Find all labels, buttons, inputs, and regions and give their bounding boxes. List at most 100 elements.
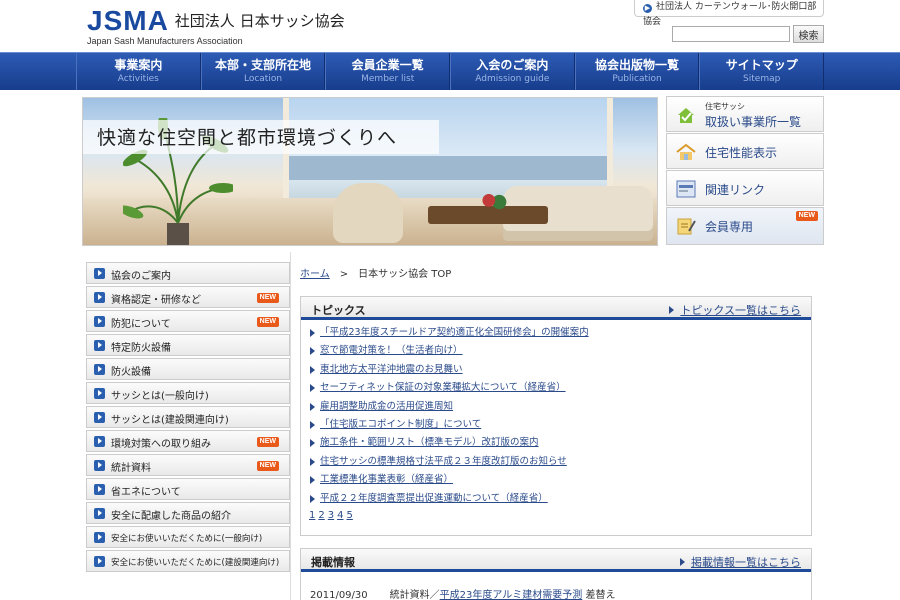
- nav-activities[interactable]: 事業案内 Activities: [76, 53, 201, 90]
- page-link-5[interactable]: 5: [347, 510, 353, 521]
- side-item-specific-fire-equipment[interactable]: 特定防火設備: [86, 334, 290, 356]
- search-input[interactable]: [672, 26, 790, 42]
- arrow-right-icon: [94, 556, 105, 567]
- nav-admission-guide[interactable]: 入会のご案内 Admission guide: [450, 53, 575, 90]
- nav-sublabel: Sitemap: [743, 74, 781, 84]
- window-icon: [676, 180, 696, 198]
- side-item-safe-use-general[interactable]: 安全にお使いいただくために(一般向け): [86, 526, 290, 548]
- list-item: 窓で節電対策を！（生活者向け）: [310, 342, 811, 360]
- page-link-2[interactable]: 2: [318, 510, 324, 521]
- nav-label: 会員企業一覧: [351, 58, 424, 72]
- house-icon: [676, 143, 696, 160]
- page-link-4[interactable]: 4: [337, 510, 343, 521]
- page-link-1[interactable]: 1: [309, 510, 315, 521]
- publish-row: 2011/09/30 統計資料／平成23年度アルミ建材需要予測 差替え: [301, 572, 811, 600]
- related-links-link[interactable]: 関連リンク: [666, 170, 824, 206]
- arrow-right-icon: [94, 388, 105, 399]
- topic-link[interactable]: 平成２２年度調査票提出促進運動について（経産省）: [320, 493, 548, 504]
- topic-link[interactable]: 「平成23年度スチールドア契約適正化全国研修会」の開催案内: [320, 327, 589, 338]
- topic-link[interactable]: 「住宅版エコポイント制度」について: [320, 419, 481, 430]
- arrow-right-icon: [94, 268, 105, 279]
- arrow-right-icon: [94, 436, 105, 447]
- dealers-label: 取扱い事業所一覧: [705, 115, 802, 129]
- topics-header: トピックス トピックス一覧はこちら: [301, 297, 811, 320]
- side-item-label: 環境対策への取り組み: [111, 439, 211, 450]
- side-item-label: 統計資料: [111, 463, 151, 474]
- breadcrumb-home-link[interactable]: ホーム: [300, 269, 330, 280]
- side-item-label: サッシとは(建設関連向け): [111, 415, 229, 426]
- publish-link[interactable]: 平成23年度アルミ建材需要予測: [440, 590, 583, 600]
- topic-link[interactable]: 窓で節電対策を！（生活者向け）: [320, 345, 463, 356]
- nav-sublabel: Location: [243, 74, 283, 84]
- arrow-right-icon: [94, 460, 105, 471]
- related-association-link[interactable]: ▶ 社団法人 カーテンウォール･防火開口部協会: [634, 0, 824, 27]
- arrow-right-icon: [94, 532, 105, 543]
- logo-english-name: Japan Sash Manufacturers Association: [87, 36, 243, 46]
- related-links-label: 関連リンク: [705, 183, 766, 197]
- publish-info-panel: 掲載情報 掲載情報一覧はこちら 2011/09/30 統計資料／平成23年度アルミ…: [300, 548, 812, 600]
- related-association-label: 社団法人 カーテンウォール･防火開口部協会: [643, 2, 817, 27]
- nav-publication[interactable]: 協会出版物一覧 Publication: [574, 53, 700, 90]
- breadcrumb: ホーム > 日本サッシ協会 TOP: [300, 265, 451, 280]
- nav-location[interactable]: 本部・支部所在地 Location: [200, 53, 326, 90]
- publish-more-link[interactable]: 掲載情報一覧はこちら: [680, 554, 801, 570]
- nav-label: 本部・支部所在地: [215, 58, 312, 72]
- list-item: 平成２２年度調査票提出促進運動について（経産省）: [310, 490, 811, 508]
- publish-suffix: 差替え: [582, 590, 616, 600]
- topic-link[interactable]: 工業標準化事業表彰（経産省）: [320, 474, 453, 485]
- list-item: 工業標準化事業表彰（経産省）: [310, 471, 811, 489]
- side-item-environment[interactable]: 環境対策への取り組み NEW: [86, 430, 290, 452]
- new-badge: NEW: [256, 293, 279, 303]
- topic-link[interactable]: 雇用調整助成金の活用促進周知: [320, 401, 453, 412]
- page-link-3[interactable]: 3: [328, 510, 334, 521]
- side-item-energy-saving[interactable]: 省エネについて: [86, 478, 290, 500]
- side-item-statistics[interactable]: 統計資料 NEW: [86, 454, 290, 476]
- side-item-certification[interactable]: 資格認定・研修など NEW: [86, 286, 290, 308]
- side-item-about[interactable]: 協会のご案内: [86, 262, 290, 284]
- nav-sublabel: Activities: [117, 74, 159, 84]
- nav-label: 入会のご案内: [476, 58, 549, 72]
- side-item-label: 協会のご案内: [111, 271, 171, 282]
- members-only-link[interactable]: 会員専用 NEW: [666, 207, 824, 245]
- list-item: セーフティネット保証の対象業種拡大について（経産省）: [310, 379, 811, 397]
- arrow-right-icon: [94, 316, 105, 327]
- breadcrumb-separator: >: [339, 269, 349, 280]
- house-check-icon: [678, 108, 694, 123]
- topic-link[interactable]: 東北地方太平洋沖地震のお見舞い: [320, 364, 463, 375]
- side-item-label: 防火設備: [111, 367, 151, 378]
- dealers-small-label: 住宅サッシ: [705, 102, 745, 111]
- topics-more-link[interactable]: トピックス一覧はこちら: [669, 302, 801, 318]
- topics-title: トピックス: [311, 304, 366, 317]
- new-badge: NEW: [256, 437, 279, 447]
- arrow-right-icon: [94, 508, 105, 519]
- side-item-fire-equipment[interactable]: 防火設備: [86, 358, 290, 380]
- search-button[interactable]: 検索: [793, 25, 824, 43]
- publish-date: 2011/09/30: [310, 590, 368, 600]
- arrow-right-icon: [94, 292, 105, 303]
- members-only-label: 会員専用: [705, 220, 754, 234]
- nav-sitemap[interactable]: サイトマップ Sitemap: [699, 53, 825, 90]
- topic-link[interactable]: 住宅サッシの標準規格寸法平成２３年度改訂版のお知らせ: [320, 456, 567, 467]
- topic-link[interactable]: セーフティネット保証の対象業種拡大について（経産省）: [320, 382, 566, 393]
- side-item-safe-use-construction[interactable]: 安全にお使いいただくために(建設関連向け): [86, 550, 290, 572]
- side-item-crime-prevention[interactable]: 防犯について NEW: [86, 310, 290, 332]
- dealers-list-link[interactable]: 住宅サッシ 取扱い事業所一覧: [666, 96, 824, 132]
- arrow-right-icon: [94, 340, 105, 351]
- site-logo[interactable]: JSMA 社団法人 日本サッシ協会 Japan Sash Manufacturer…: [87, 7, 345, 47]
- side-item-label: 特定防火設備: [111, 343, 171, 354]
- list-item: 「住宅版エコポイント制度」について: [310, 416, 811, 434]
- housing-performance-link[interactable]: 住宅性能表示: [666, 133, 824, 169]
- nav-member-list[interactable]: 会員企業一覧 Member list: [325, 53, 451, 90]
- side-item-sash-general[interactable]: サッシとは(一般向け): [86, 382, 290, 404]
- publish-header: 掲載情報 掲載情報一覧はこちら: [301, 549, 811, 572]
- side-item-sash-construction[interactable]: サッシとは(建設関連向け): [86, 406, 290, 428]
- publish-category: 統計資料／: [389, 590, 440, 600]
- nav-label: 協会出版物一覧: [595, 58, 680, 72]
- arrow-right-icon: [94, 412, 105, 423]
- side-item-safe-products[interactable]: 安全に配慮した商品の紹介: [86, 502, 290, 524]
- side-item-label: サッシとは(一般向け): [111, 391, 209, 402]
- new-badge: NEW: [256, 317, 279, 327]
- side-item-label: 安全にお使いいただくために(建設関連向け): [111, 558, 280, 568]
- global-nav: 事業案内 Activities 本部・支部所在地 Location 会員企業一覧 Me…: [0, 52, 900, 90]
- topic-link[interactable]: 施工条件・範囲リスト（標準モデル）改訂版の案内: [320, 437, 539, 448]
